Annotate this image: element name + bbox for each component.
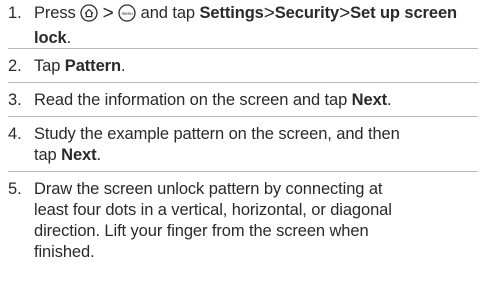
step-text-line-4: finished. (34, 243, 95, 261)
step-text-period: . (66, 29, 72, 47)
step-text-before: tap (34, 146, 57, 164)
menu-option-pattern: Pattern (64, 57, 121, 75)
step-text: Read the information on the screen and t… (34, 90, 484, 111)
step-text-after: . (120, 57, 126, 75)
step-2: 2. Tap Pattern. (8, 56, 484, 77)
menu-path-security: Security (274, 4, 340, 22)
step-text-line-1: Draw the screen unlock pattern by connec… (34, 180, 383, 198)
step-number: 5. (8, 180, 22, 198)
step-3: 3. Read the information on the screen an… (8, 90, 484, 111)
divider (8, 171, 478, 172)
step-text-after: . (96, 146, 102, 164)
step-text-line-3: direction. Lift your finger from the scr… (34, 222, 369, 240)
divider (8, 116, 478, 117)
step-text-press: Press (34, 4, 76, 22)
step-text: Press > menu and tap Settings>Security>S… (34, 3, 484, 49)
step-text: Draw the screen unlock pattern by connec… (34, 179, 484, 263)
separator-chevron: > (339, 3, 351, 24)
step-text-line-2: least four dots in a vertical, horizonta… (34, 201, 392, 219)
next-label: Next (61, 146, 97, 164)
step-1: 1. Press > menu and tap Settings>Securit… (8, 3, 484, 49)
step-4: 4. Study the example pattern on the scre… (8, 124, 484, 166)
menu-path-settings: Settings (199, 4, 264, 22)
separator-chevron: > (102, 3, 114, 24)
step-number: 3. (8, 91, 22, 109)
step-text-line-1: Study the example pattern on the screen,… (34, 125, 400, 143)
divider (8, 82, 478, 83)
step-text-and-tap: and tap (140, 4, 195, 22)
step-number: 4. (8, 125, 22, 143)
home-icon (80, 4, 98, 28)
step-number: 1. (8, 4, 22, 22)
menu-icon: menu (118, 4, 136, 28)
step-text-before: Tap (34, 57, 61, 75)
step-text: Tap Pattern. (34, 56, 484, 77)
step-text-after: . (387, 91, 392, 109)
separator-chevron: > (263, 3, 275, 24)
divider (8, 48, 478, 49)
step-number: 2. (8, 57, 22, 75)
step-text-before: Read the information on the screen and t… (34, 91, 348, 109)
step-5: 5. Draw the screen unlock pattern by con… (8, 179, 484, 263)
menu-icon-text: menu (122, 11, 134, 16)
step-text: Study the example pattern on the screen,… (34, 124, 484, 166)
next-label: Next (351, 91, 388, 109)
